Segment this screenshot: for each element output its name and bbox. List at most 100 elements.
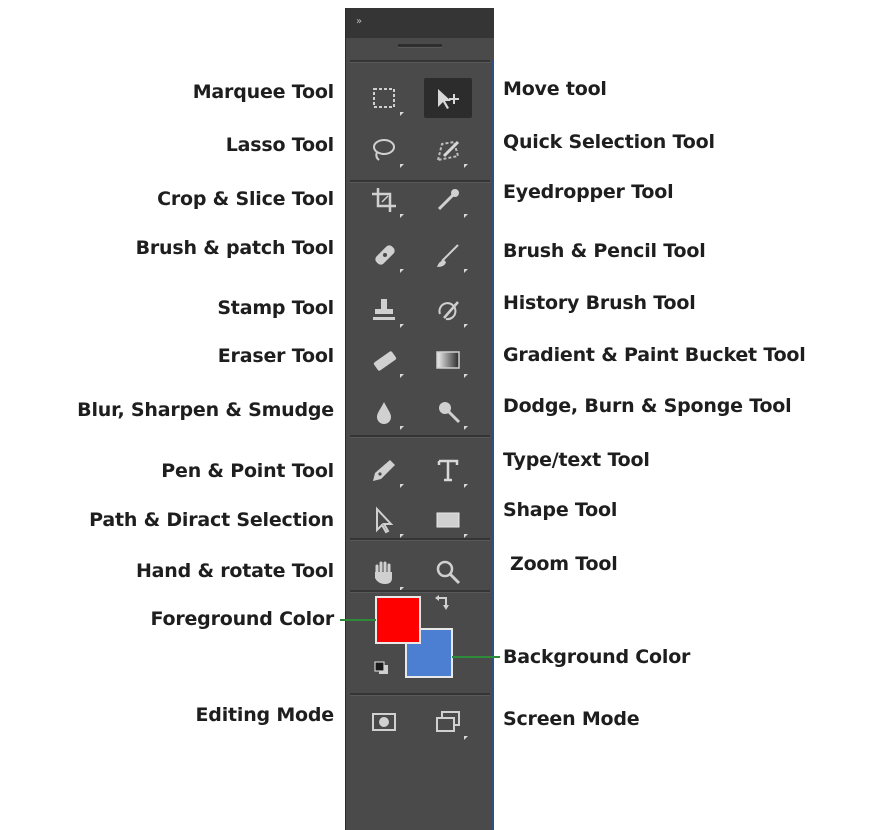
marquee-tool-button[interactable] [360,78,408,118]
separator [350,60,490,63]
panel-collapse-icon[interactable]: » [356,16,363,27]
label-hand-rotate-tool: Hand & rotate Tool [135,560,334,582]
submenu-indicator [464,374,468,378]
lasso-icon [373,139,395,161]
lasso-tool-button[interactable] [360,130,408,170]
label-dodge-burn-sponge-tool: Dodge, Burn & Sponge Tool [503,395,792,417]
label-eyedropper-tool: Eyedropper Tool [503,181,674,203]
submenu-indicator [464,269,468,273]
swap-colors-icon[interactable] [433,593,453,613]
pen-icon [373,460,395,481]
default-colors-icon[interactable] [373,660,391,676]
submenu-indicator [464,324,468,328]
submenu-indicator [464,426,468,430]
move-icon [438,89,459,109]
pen-tool-button[interactable] [360,450,408,490]
submenu-indicator [464,484,468,488]
blur-drop-icon [377,402,391,424]
label-crop-slice-tool: Crop & Slice Tool [157,188,334,210]
brush-tool-button[interactable] [424,235,472,275]
foreground-color-swatch[interactable] [375,596,421,644]
submenu-indicator [400,324,404,328]
quick-selection-icon [436,140,460,162]
submenu-indicator [400,269,404,273]
rectangle-shape-icon [436,512,460,528]
healing-brush-tool-button[interactable] [360,235,408,275]
path-selection-tool-button[interactable] [360,500,408,540]
label-shape-tool: Shape Tool [503,499,618,521]
separator [350,693,490,696]
label-quick-selection-tool: Quick Selection Tool [503,131,715,153]
label-brush-patch-tool: Brush & patch Tool [135,237,335,259]
eyedropper-icon [437,189,459,211]
panel-grip[interactable] [398,44,442,48]
submenu-indicator [464,164,468,168]
label-lasso-tool: Lasso Tool [225,134,334,156]
label-stamp-tool: Stamp Tool [217,297,334,319]
submenu-indicator [400,214,404,218]
label-marquee-tool: Marquee Tool [192,81,334,103]
eraser-icon [373,351,397,371]
crop-icon [372,188,396,212]
stamp-tool-button[interactable] [360,290,408,330]
eraser-tool-button[interactable] [360,340,408,380]
marquee-icon [373,88,395,108]
label-history-brush-tool: History Brush Tool [503,292,696,314]
shape-tool-button[interactable] [424,500,472,540]
hand-icon [375,561,392,584]
separator [350,590,490,593]
submenu-indicator [400,374,404,378]
brush-icon [437,244,459,267]
screen-mode-button[interactable] [424,702,472,742]
move-tool-button[interactable] [424,78,472,118]
label-type-text-tool: Type/text Tool [503,449,650,471]
submenu-indicator [400,112,404,116]
history-brush-tool-button[interactable] [424,290,472,330]
panel-header[interactable]: » [346,8,494,38]
foreground-leader-line [340,619,376,621]
crop-tool-button[interactable] [360,180,408,220]
gradient-tool-button[interactable] [424,340,472,380]
submenu-indicator [400,164,404,168]
separator [350,180,490,183]
tools-panel: » [345,8,494,830]
bandage-icon [375,245,395,265]
path-selection-arrow-icon [376,506,394,534]
quick-mask-mode-button[interactable] [360,702,408,742]
submenu-indicator [400,484,404,488]
screen-mode-icon [436,711,460,732]
background-leader-line [452,656,500,658]
zoom-tool-button[interactable] [424,553,472,593]
quick-mask-icon [372,713,396,731]
submenu-indicator [464,736,468,740]
history-brush-icon [438,301,459,321]
separator [350,538,490,541]
gradient-icon [436,351,460,369]
submenu-indicator [400,426,404,430]
separator [350,435,490,438]
type-tool-button[interactable] [424,450,472,490]
label-path-direct-selection: Path & Diract Selection [89,509,334,531]
label-blur-sharpen-smudge: Blur, Sharpen & Smudge [77,399,334,421]
label-foreground-color: Foreground Color [150,608,334,630]
dodge-icon [439,402,461,424]
submenu-indicator [464,214,468,218]
label-screen-mode: Screen Mode [503,708,640,730]
label-editing-mode: Editing Mode [195,704,335,726]
label-move-tool: Move tool [503,78,607,100]
hand-tool-button[interactable] [360,553,408,593]
label-brush-pencil-tool: Brush & Pencil Tool [503,240,706,262]
label-background-color: Background Color [503,646,691,668]
toolbar-edge [491,60,494,830]
stamp-icon [373,299,395,320]
eyedropper-tool-button[interactable] [424,180,472,220]
blur-tool-button[interactable] [360,392,408,432]
label-pen-point-tool: Pen & Point Tool [161,460,334,482]
label-eraser-tool: Eraser Tool [217,345,334,367]
quick-selection-tool-button[interactable] [424,130,472,170]
magnifier-icon [436,560,461,585]
dodge-tool-button[interactable] [424,392,472,432]
type-icon [437,459,459,482]
label-zoom-tool: Zoom Tool [510,553,618,575]
label-gradient-paint-bucket-tool: Gradient & Paint Bucket Tool [503,344,806,366]
